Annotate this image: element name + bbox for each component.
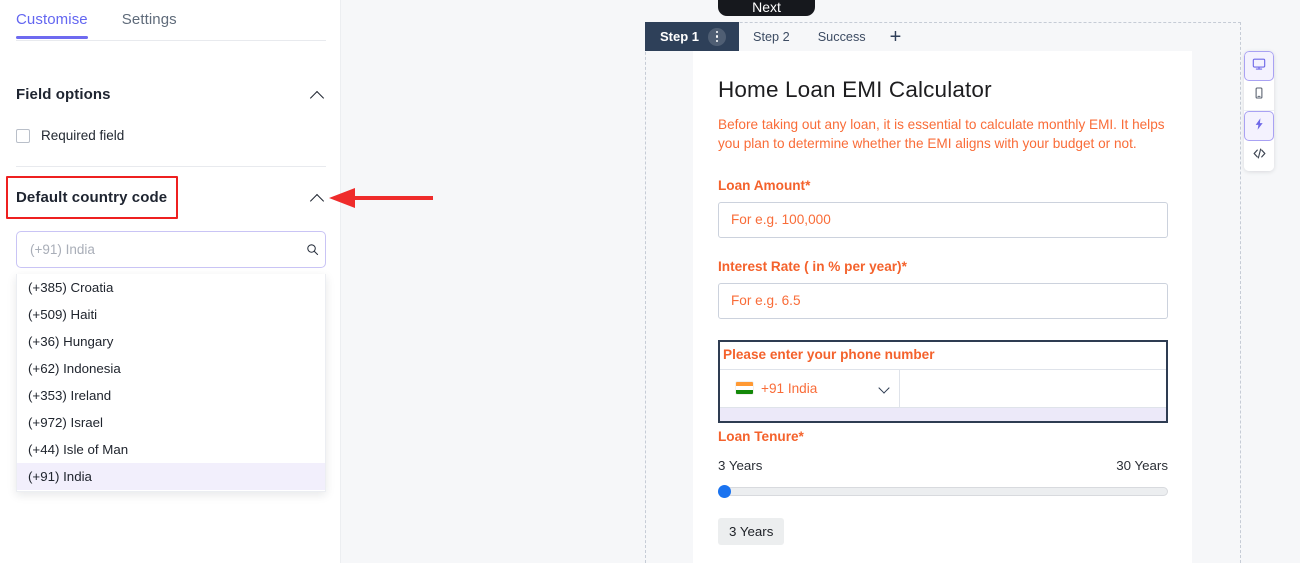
sidebar-tabs: Customise Settings (0, 0, 340, 40)
interest-rate-input[interactable]: For e.g. 6.5 (718, 282, 1168, 319)
country-code-select[interactable]: +91 India (720, 369, 900, 407)
kebab-menu-icon[interactable] (708, 27, 727, 46)
list-item[interactable]: (+36) Hungary (17, 328, 325, 355)
list-item[interactable]: (+972) Israel (17, 409, 325, 436)
country-code-dropdown[interactable]: (+385) Croatia (+509) Haiti (+36) Hungar… (16, 274, 326, 492)
phone-number-label: Please enter your phone number (723, 346, 935, 362)
list-item[interactable]: (+353) Ireland (17, 382, 325, 409)
phone-field-selection-strip (720, 406, 1166, 421)
next-button-label: Next (752, 0, 781, 15)
desktop-preview-button[interactable] (1244, 51, 1274, 81)
page-title: Home Loan EMI Calculator (718, 77, 992, 102)
field-options-title: Field options (16, 86, 111, 103)
interest-rate-label: Interest Rate ( in % per year)* (718, 258, 907, 274)
country-search-box[interactable] (16, 231, 326, 268)
section-field-options[interactable]: Field options (16, 86, 326, 103)
phone-number-input[interactable] (900, 370, 1166, 407)
phone-number-row: +91 India (720, 368, 1166, 407)
loan-tenure-label: Loan Tenure* (718, 428, 804, 444)
list-item[interactable]: (+44) Isle of Man (17, 436, 325, 463)
step-1-label: Step 1 (660, 29, 700, 44)
chevron-down-icon[interactable] (880, 384, 889, 393)
embed-code-button[interactable] (1244, 141, 1274, 171)
chevron-up-icon[interactable] (310, 190, 326, 206)
lightning-bolt-icon (1252, 117, 1266, 136)
country-search-input[interactable] (17, 242, 299, 257)
tenure-max-label: 30 Years (1116, 457, 1168, 473)
required-field-label: Required field (41, 128, 125, 143)
slider-thumb[interactable] (718, 484, 731, 498)
section-default-country-code[interactable]: Default country code (16, 189, 326, 206)
tenure-min-label: 3 Years (718, 457, 763, 473)
tab-customise[interactable]: Customise (16, 11, 88, 39)
device-preview-toolbar (1244, 51, 1274, 171)
app-root: Customise Settings Field options Require… (0, 0, 1300, 563)
tab-success[interactable]: Success (804, 22, 880, 51)
tab-settings[interactable]: Settings (122, 11, 177, 38)
slider-track[interactable] (718, 486, 1168, 496)
quick-actions-button[interactable] (1244, 111, 1274, 141)
tenure-value-chip: 3 Years (718, 517, 785, 545)
tab-step-1[interactable]: Step 1 (645, 22, 740, 51)
tabs-underline (16, 40, 326, 41)
sidebar-divider (16, 166, 326, 167)
form-preview: Home Loan EMI Calculator Before taking o… (693, 51, 1192, 563)
code-icon (1252, 146, 1267, 166)
loan-tenure-slider[interactable] (718, 484, 1168, 498)
phone-number-field[interactable]: Please enter your phone number +91 India (718, 339, 1168, 423)
search-icon[interactable] (299, 243, 325, 256)
chevron-up-icon[interactable] (310, 87, 326, 103)
required-field-checkbox[interactable] (16, 128, 30, 143)
form-description: Before taking out any loan, it is essent… (718, 117, 1165, 152)
next-button[interactable]: Next (718, 0, 815, 16)
required-field-checkbox-row[interactable]: Required field (16, 128, 124, 143)
tab-step-2[interactable]: Step 2 (739, 22, 804, 51)
add-step-button[interactable]: + (880, 22, 912, 51)
loan-amount-label: Loan Amount* (718, 177, 811, 193)
step-tabs: Step 1 Step 2 Success + (645, 22, 1241, 51)
list-item[interactable]: (+385) Croatia (17, 274, 325, 301)
left-sidebar: Customise Settings Field options Require… (0, 0, 340, 563)
annotation-arrow-icon (329, 188, 433, 208)
country-code-value: +91 India (761, 380, 818, 396)
desktop-icon (1252, 57, 1266, 76)
canvas-gutter (340, 0, 645, 563)
default-country-code-title: Default country code (16, 189, 168, 206)
india-flag-icon (736, 382, 753, 395)
list-item[interactable]: (+509) Haiti (17, 301, 325, 328)
tenure-range-labels: 3 Years 30 Years (718, 458, 1168, 473)
list-item[interactable]: (+62) Indonesia (17, 355, 325, 382)
mobile-preview-button[interactable] (1244, 81, 1274, 111)
mobile-icon (1252, 86, 1266, 105)
list-item-selected[interactable]: (+91) India (17, 463, 325, 490)
loan-amount-input[interactable]: For e.g. 100,000 (718, 201, 1168, 238)
